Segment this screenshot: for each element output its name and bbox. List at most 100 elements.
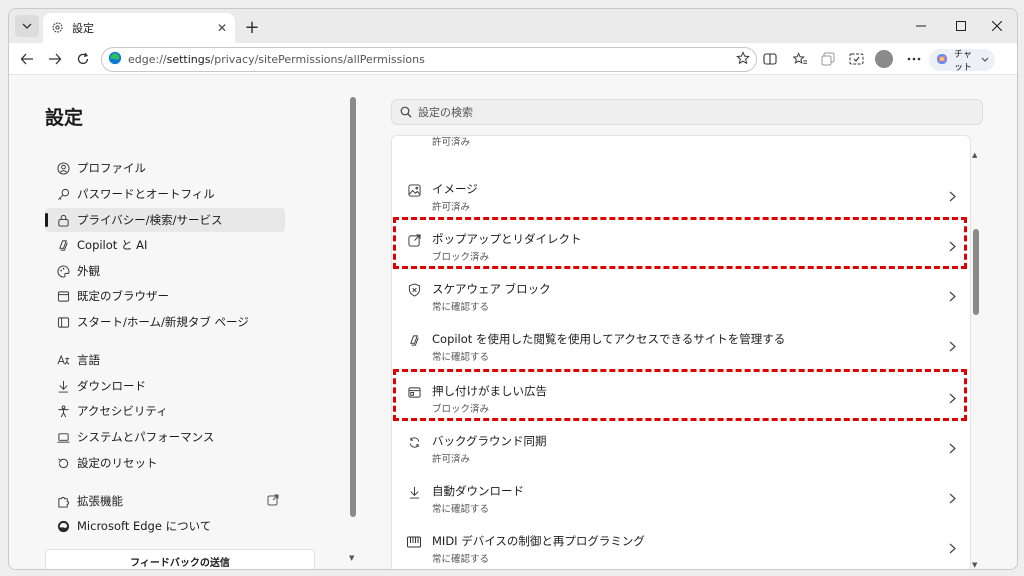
sidebar-item-start-home[interactable]: スタート/ホーム/新規タブ ページ — [45, 310, 285, 334]
browser-icon — [55, 290, 71, 303]
image-icon — [406, 182, 422, 198]
download-icon — [406, 484, 422, 500]
scroll-up-arrow-icon[interactable]: ▲ — [972, 151, 977, 159]
row-title: バックグラウンド同期 — [432, 434, 547, 448]
sidebar-item-profile[interactable]: プロファイル — [45, 156, 285, 180]
tab-settings[interactable]: 設定 ✕ — [43, 13, 235, 43]
sidebar-item-extensions[interactable]: 拡張機能 — [45, 489, 285, 513]
minimize-icon[interactable] — [905, 15, 937, 37]
sidebar-item-label: 言語 — [77, 353, 100, 367]
chat-label: チャット — [954, 50, 973, 73]
row-subtitle: 許可済み — [432, 454, 471, 465]
copilot-icon — [55, 239, 71, 252]
row-title: Copilot を使用した閲覧を使用してアクセスできるサイトを管理する — [432, 332, 786, 346]
sidebar-item-passwords[interactable]: パスワードとオートフィル — [45, 182, 285, 206]
screenshot-icon[interactable] — [845, 48, 867, 70]
chevron-right-icon — [949, 439, 956, 458]
content-scrollbar-thumb[interactable] — [973, 229, 979, 315]
plus-icon[interactable]: + — [241, 16, 263, 38]
url-path: settings — [166, 53, 211, 66]
back-icon[interactable] — [15, 48, 39, 70]
permission-row-images[interactable]: イメージ 許可済み — [392, 172, 970, 222]
more-icon[interactable] — [903, 48, 925, 70]
sidebar-item-label: スタート/ホーム/新規タブ ページ — [77, 315, 249, 329]
permission-row-background-sync[interactable]: バックグラウンド同期 許可済み — [392, 424, 970, 474]
url-prefix: edge:// — [128, 53, 167, 66]
sidebar-scrollbar-thumb[interactable] — [350, 97, 356, 517]
sidebar-item-system[interactable]: システムとパフォーマンス — [45, 425, 285, 449]
permission-row-midi[interactable]: MIDI デバイスの制御と再プログラミング 常に確認する — [392, 524, 970, 569]
address-bar[interactable]: edge://settings/privacy/sitePermissions/… — [101, 47, 757, 72]
sidebar-item-label: Microsoft Edge について — [77, 519, 212, 533]
sidebar-item-label: アクセシビリティ — [77, 404, 168, 418]
close-window-icon[interactable] — [981, 15, 1013, 37]
laptop-icon — [55, 431, 71, 444]
row-subtitle: 許可済み — [432, 202, 471, 213]
sidebar-item-accessibility[interactable]: アクセシビリティ — [45, 399, 285, 423]
sync-icon — [406, 434, 422, 450]
refresh-icon[interactable] — [71, 48, 95, 70]
list-item[interactable]: 許可済み — [392, 136, 970, 160]
split-screen-icon[interactable] — [759, 48, 781, 70]
maximize-icon[interactable] — [945, 15, 977, 37]
row-subtitle: 常に確認する — [432, 352, 490, 363]
scroll-down-arrow-icon[interactable]: ▼ — [349, 554, 354, 562]
chevron-right-icon — [949, 187, 956, 206]
sidebar-item-about[interactable]: Microsoft Edge について — [45, 514, 285, 538]
profile-icon[interactable] — [875, 50, 893, 68]
lock-icon — [55, 214, 71, 227]
sidebar-item-copilot[interactable]: Copilot と AI — [45, 233, 285, 257]
sidebar-item-appearance[interactable]: 外観 — [45, 259, 285, 283]
chevron-right-icon — [949, 539, 956, 558]
sidebar-item-label: プロファイル — [77, 161, 146, 175]
chevron-right-icon — [949, 489, 956, 508]
chevron-down-icon — [981, 56, 989, 65]
settings-search-input[interactable]: 設定の検索 — [391, 99, 983, 125]
close-tab-icon[interactable]: ✕ — [217, 21, 227, 35]
row-title: 自動ダウンロード — [432, 484, 524, 498]
feedback-button[interactable]: フィードバックの送信 — [45, 549, 315, 569]
settings-gear-icon — [51, 19, 64, 38]
sidebar-item-label: 外観 — [77, 264, 100, 278]
edge-icon — [55, 520, 71, 533]
sidebar-item-label: Copilot と AI — [77, 238, 148, 252]
sidebar-item-reset[interactable]: 設定のリセット — [45, 451, 285, 475]
sidebar-item-privacy[interactable]: プライバシー/検索/サービス — [45, 208, 285, 232]
scroll-down-arrow-icon[interactable]: ▼ — [972, 561, 977, 569]
copilot-icon — [406, 332, 422, 348]
sidebar-item-downloads[interactable]: ダウンロード — [45, 374, 285, 398]
permission-row-copilot-browsing[interactable]: Copilot を使用した閲覧を使用してアクセスできるサイトを管理する 常に確認… — [392, 322, 970, 372]
permission-row-scareware[interactable]: スケアウェア ブロック 常に確認する — [392, 272, 970, 322]
key-icon — [55, 188, 71, 201]
toolbar: edge://settings/privacy/sitePermissions/… — [9, 43, 1017, 75]
sidebar-item-languages[interactable]: 言語 — [45, 348, 285, 372]
sidebar-item-label: パスワードとオートフィル — [77, 187, 215, 201]
sidebar-item-default-browser[interactable]: 既定のブラウザー — [45, 284, 285, 308]
favorite-star-icon[interactable] — [736, 50, 750, 69]
sidebar-item-label: 拡張機能 — [77, 494, 123, 508]
row-subtitle: 常に確認する — [432, 554, 490, 565]
collections-icon[interactable] — [817, 48, 839, 70]
permission-row-auto-downloads[interactable]: 自動ダウンロード 常に確認する — [392, 474, 970, 524]
sidebar-item-label: 設定のリセット — [77, 456, 158, 470]
shield-icon — [406, 282, 422, 298]
copilot-chat-button[interactable]: チャット — [929, 49, 995, 73]
forward-icon[interactable] — [43, 48, 67, 70]
external-link-icon — [267, 494, 279, 509]
highlight-popups — [393, 217, 967, 269]
search-placeholder: 設定の検索 — [418, 106, 473, 119]
tab-actions-icon[interactable] — [15, 15, 39, 37]
page-title: 設定 — [45, 107, 84, 129]
reset-icon — [55, 457, 71, 470]
favorites-icon[interactable] — [789, 48, 811, 70]
copilot-icon — [935, 52, 949, 69]
sidebar-item-label: ダウンロード — [77, 379, 146, 393]
profile-icon — [55, 161, 71, 175]
row-title: イメージ — [432, 182, 478, 196]
download-icon — [55, 380, 71, 393]
row-subtitle: 常に確認する — [432, 302, 490, 313]
palette-icon — [55, 264, 71, 278]
language-icon — [55, 354, 71, 367]
highlight-intrusive-ads — [393, 369, 967, 421]
settings-page: 設定 プロファイル パスワードとオートフィル プライバシー/検索/サービス Co… — [9, 75, 1017, 569]
